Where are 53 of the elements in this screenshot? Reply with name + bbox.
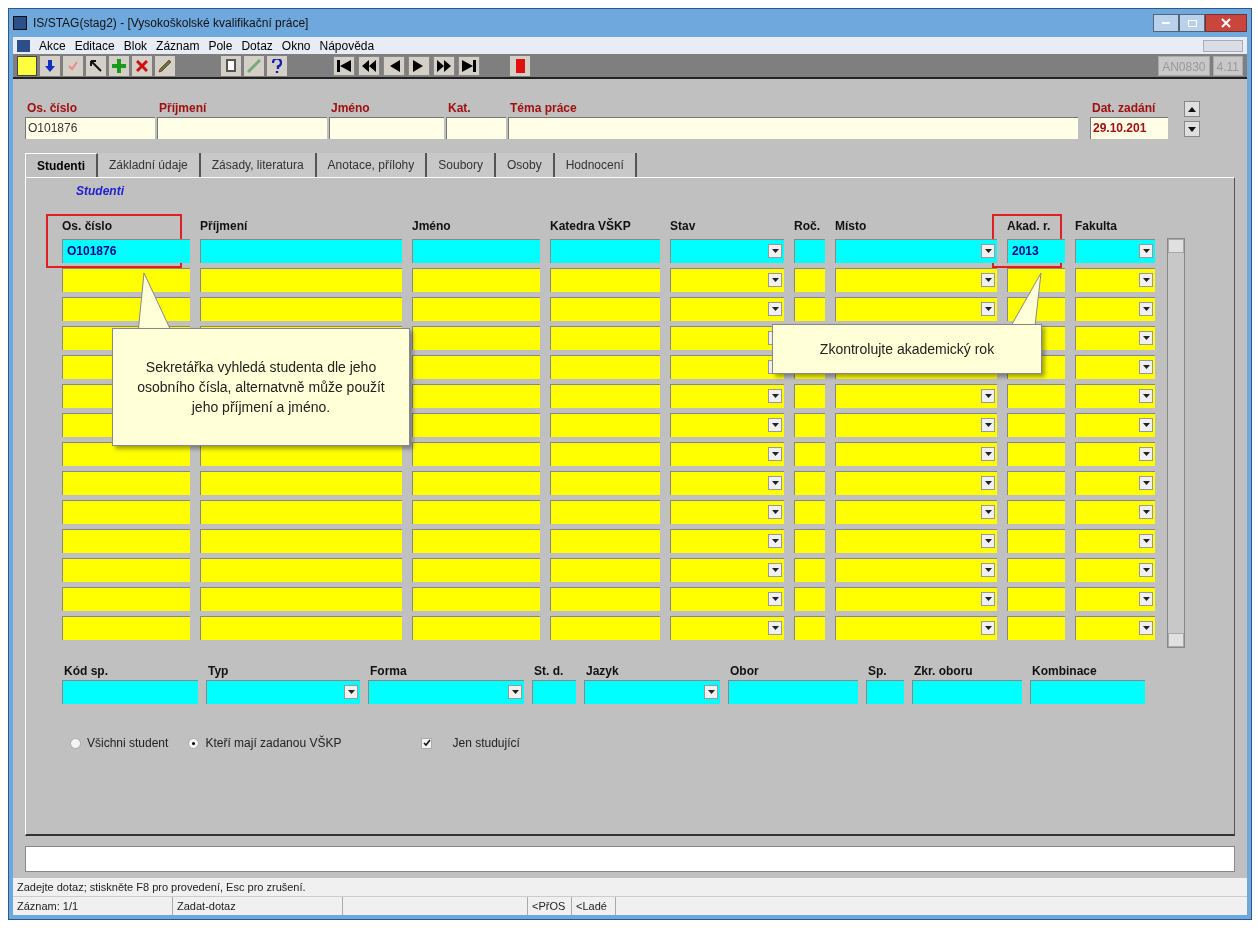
field-label: Kat. <box>447 100 472 117</box>
field-label: Forma <box>369 663 408 680</box>
status-bar-section: Zadat-dotaz <box>173 897 343 915</box>
field-label: St. d. <box>533 663 565 680</box>
input-field[interactable]: O101876 <box>62 239 190 263</box>
status-bar-section: <PřOS <box>528 897 572 915</box>
column-header: Stav <box>670 218 697 234</box>
menu-item[interactable]: Dotaz <box>241 36 273 55</box>
input-field[interactable]: 2013 <box>1007 239 1065 263</box>
column-header: Roč. <box>794 218 821 234</box>
tab[interactable]: Soubory <box>427 153 496 177</box>
menu-item[interactable]: Akce <box>39 36 66 55</box>
field-label: Typ <box>207 663 230 680</box>
column-header: Akad. r. <box>1007 218 1052 234</box>
radio-option[interactable]: Všichni student <box>70 734 169 752</box>
menu-item[interactable]: Editace <box>74 36 115 55</box>
field-label: Příjmení <box>158 100 208 117</box>
tab[interactable]: Hodnocení <box>554 153 637 177</box>
tab[interactable]: Základní údaje <box>98 153 201 177</box>
column-header: Příjmení <box>200 218 249 234</box>
menu-item[interactable]: Blok <box>123 36 148 55</box>
field-label: Zkr. oboru <box>913 663 974 680</box>
field-label: Téma práce <box>509 100 578 117</box>
menu-item[interactable]: Okno <box>281 36 311 55</box>
status-bar-section: Záznam: 1/1 <box>13 897 173 915</box>
field-label: Sp. <box>867 663 888 680</box>
field-label: Jazyk <box>585 663 620 680</box>
window-title: IS/STAG(stag2) - [Vysokoškolské kvalifikační práce] <box>33 15 310 32</box>
field-label: Kombinace <box>1031 663 1098 680</box>
tab[interactable]: Zásady, literatura <box>200 153 317 177</box>
callout-tooltip: Sekretářka vyhledá studenta dle jeho osobního čísla, alternatvně může použít jeho příjmení a jméno. <box>112 328 410 446</box>
tab[interactable]: Studenti <box>25 153 98 177</box>
column-header: Katedra VŠKP <box>550 218 632 234</box>
radio-label[interactable]: Všichni student <box>87 734 169 752</box>
input-field[interactable]: O101876 <box>25 117 155 139</box>
column-header: Fakulta <box>1075 218 1118 234</box>
column-header: Místo <box>835 218 868 234</box>
tab[interactable]: Anotace, přílohy <box>316 153 428 177</box>
field-label: Kód sp. <box>63 663 109 680</box>
column-header: Os. číslo <box>62 218 114 234</box>
tab[interactable]: Osoby <box>496 153 555 177</box>
menu-item[interactable]: Záznam <box>156 36 200 55</box>
field-label: Jméno <box>330 100 371 117</box>
status-bar-section: <Ladé <box>572 897 616 915</box>
field-label: Os. číslo <box>26 100 79 117</box>
field-label: Dat. zadání <box>1091 100 1157 117</box>
field-label: Obor <box>729 663 760 680</box>
section-title: Studenti <box>75 183 126 200</box>
input-field[interactable]: 29.10.201 <box>1090 117 1168 139</box>
column-header: Jméno <box>412 218 452 234</box>
checkbox-label[interactable]: Jen studující <box>452 734 520 752</box>
menu-item[interactable]: Pole <box>208 36 233 55</box>
menu-item[interactable]: Nápověda <box>319 36 375 55</box>
